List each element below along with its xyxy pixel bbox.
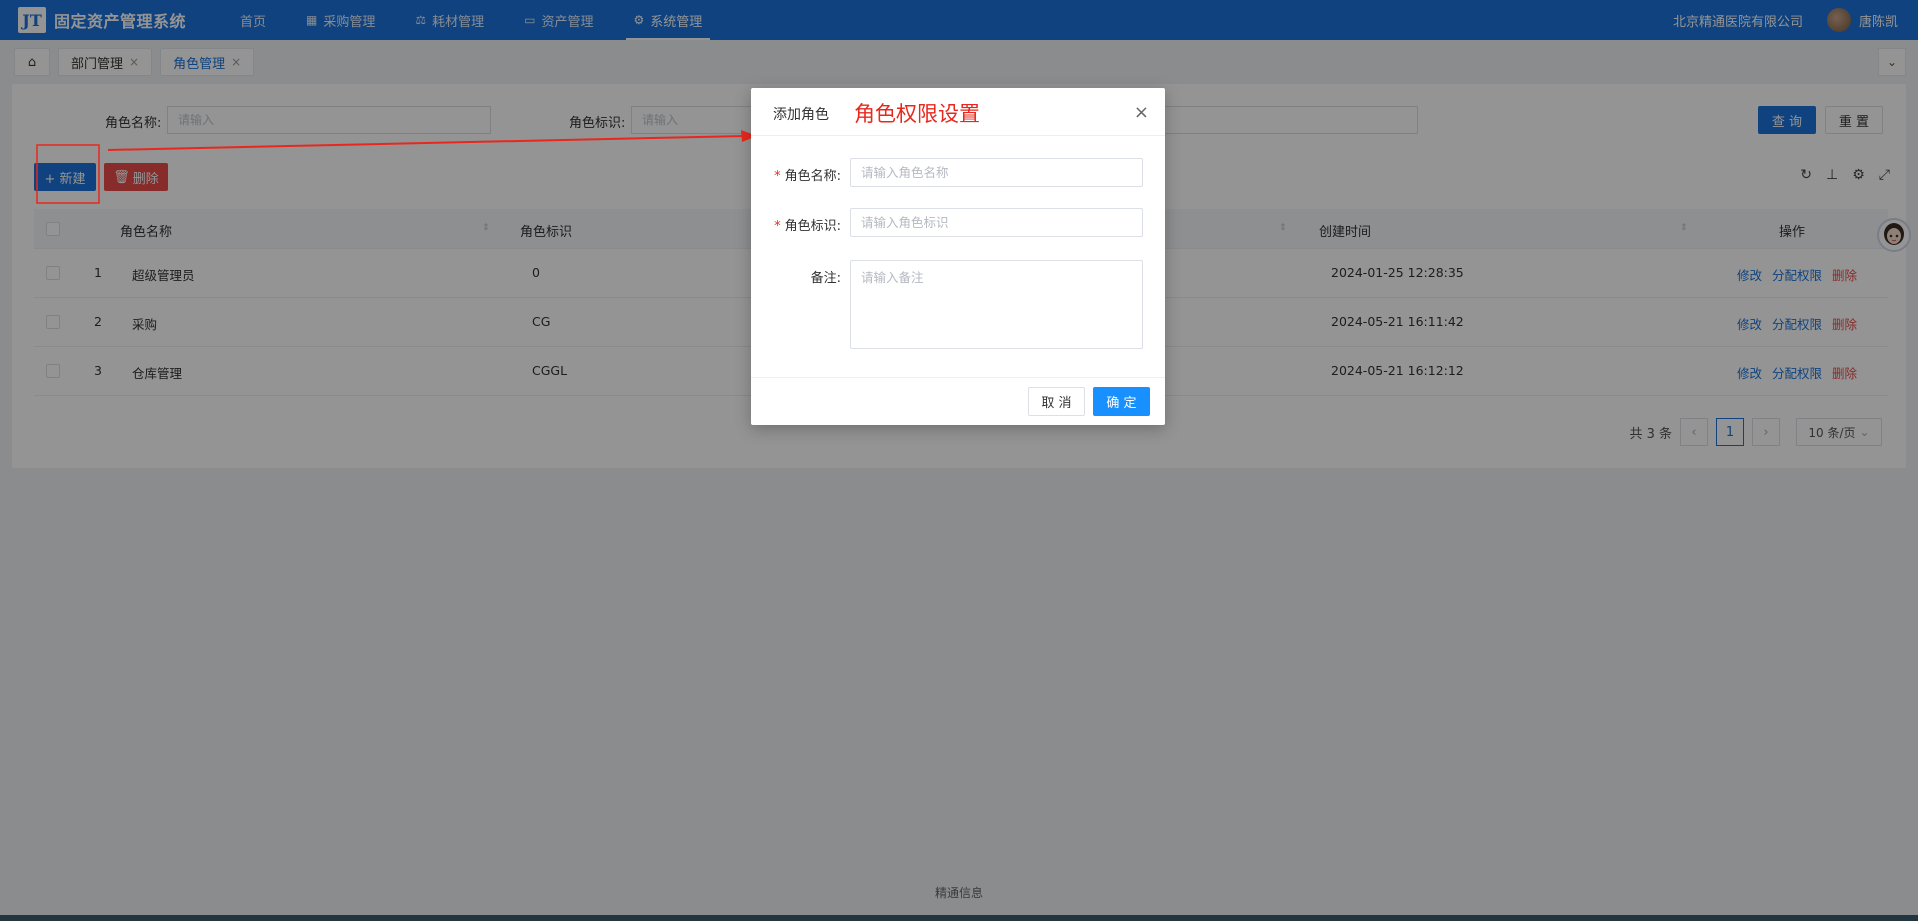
dialog-title: 添加角色 [773,107,829,123]
role-key-field-label: * 角色标识: [761,215,841,234]
annotation-label: 角色权限设置 [854,102,980,126]
role-name-field-label: * 角色名称: [761,165,841,184]
confirm-button[interactable]: 确 定 [1093,387,1150,416]
required-mark: * [774,169,781,184]
close-icon[interactable]: × [1134,102,1149,123]
dialog-footer: 取 消 确 定 [751,377,1165,425]
role-name-field-label-text: 角色名称: [784,169,841,184]
required-mark: * [774,219,781,234]
remark-field-label: 备注: [810,271,841,286]
role-name-input[interactable]: 请输入角色名称 [850,158,1143,187]
dialog-header: 添加角色 角色权限设置 × [751,88,1165,136]
remark-textarea[interactable]: 请输入备注 [850,260,1143,349]
cancel-button[interactable]: 取 消 [1028,387,1085,416]
role-key-input[interactable]: 请输入角色标识 [850,208,1143,237]
add-role-dialog: 添加角色 角色权限设置 × * 角色名称: 请输入角色名称 * 角色标识: 请输入角… [751,88,1165,425]
role-key-field-label-text: 角色标识: [784,219,841,234]
